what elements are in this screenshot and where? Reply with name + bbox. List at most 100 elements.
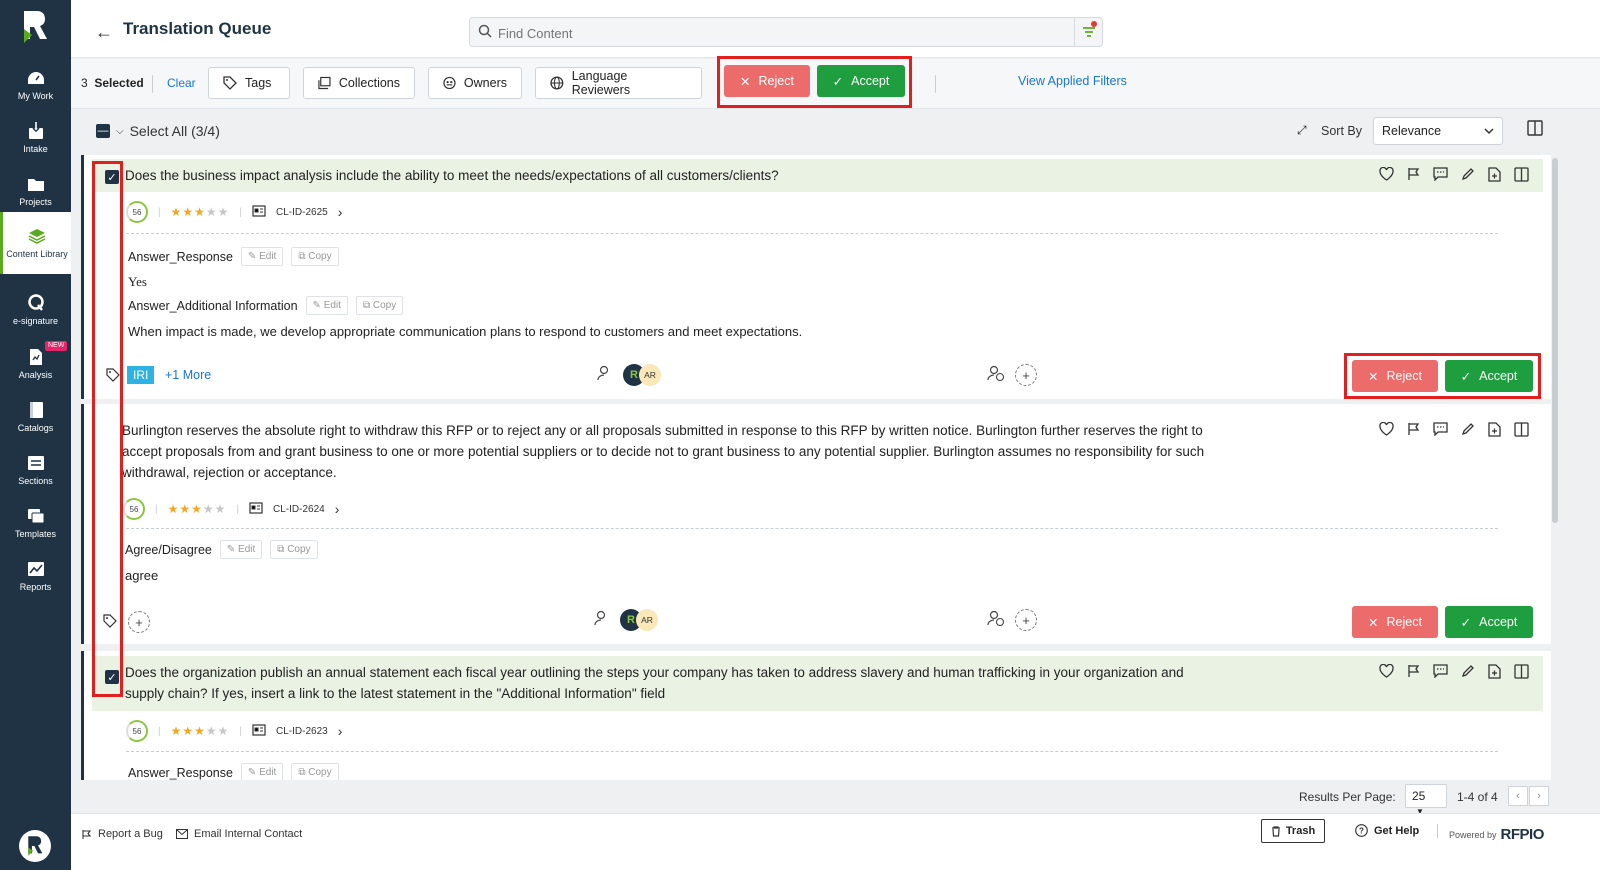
edit-button[interactable]: ✎ Edit	[240, 247, 284, 266]
brand-logo-icon[interactable]	[19, 830, 51, 862]
comment-icon[interactable]	[1433, 664, 1448, 684]
edit-icon[interactable]	[1461, 422, 1475, 442]
chevron-right-icon[interactable]: ›	[338, 204, 343, 220]
copy-button[interactable]: ⧉ Copy	[270, 540, 318, 559]
reject-button[interactable]: ✕ Reject	[1352, 360, 1438, 392]
copy-button[interactable]: ⧉ Copy	[291, 247, 339, 266]
email-contact-link[interactable]: Email Internal Contact	[176, 828, 302, 840]
copy-button[interactable]: ⧉ Copy	[291, 763, 339, 780]
avatar-stack[interactable]: R AR	[620, 609, 658, 631]
prev-page-button[interactable]: ‹	[1508, 786, 1528, 806]
sidebar-item-reports[interactable]: Reports	[0, 551, 71, 601]
next-page-button[interactable]: ›	[1529, 786, 1549, 806]
copy-label: Copy	[372, 300, 397, 311]
chevron-right-icon[interactable]: ›	[338, 723, 343, 739]
add-tag-button[interactable]: +	[128, 611, 150, 633]
divider	[152, 75, 153, 93]
avatar-stack[interactable]: R AR	[623, 364, 661, 386]
sidebar-item-projects[interactable]: Projects	[0, 166, 71, 216]
edit-button[interactable]: ✎ Edit	[240, 763, 284, 780]
owners-group: R AR	[594, 609, 658, 631]
sidebar-item-templates[interactable]: Templates	[0, 498, 71, 548]
content-card[interactable]: ✓ Does the business impact analysis incl…	[81, 155, 1551, 399]
sidebar-item-e-signature[interactable]: e-signature	[0, 285, 71, 335]
more-tags-link[interactable]: +1 More	[165, 368, 211, 382]
trash-button[interactable]: Trash	[1261, 819, 1325, 843]
flag-icon[interactable]	[1407, 167, 1420, 187]
report-bug-link[interactable]: Report a Bug	[81, 828, 163, 840]
edit-icon[interactable]	[1461, 167, 1475, 187]
select-all-checkbox[interactable]: —	[96, 124, 110, 138]
content-card[interactable]: Burlington reserves the absolute right t…	[81, 404, 1551, 644]
score-badge: 56	[126, 201, 148, 223]
heart-icon[interactable]	[1379, 663, 1394, 684]
split-view-icon[interactable]	[1514, 664, 1529, 684]
question-line: Burlington reserves the absolute right t…	[122, 423, 1203, 438]
sidebar-item-intake[interactable]: Intake	[0, 113, 71, 163]
bulk-reject-button[interactable]: ✕ Reject	[724, 65, 810, 97]
row-checkbox[interactable]: ✓	[105, 170, 119, 184]
bulk-accept-button[interactable]: ✓ Accept	[817, 65, 905, 97]
split-view-icon[interactable]	[1514, 422, 1529, 442]
heart-icon[interactable]	[1379, 421, 1394, 442]
chevron-right-icon: ›	[1537, 790, 1541, 802]
card-meta: 56 | ★★★★★ | CL-ID-2623 ›	[126, 720, 342, 742]
check-icon: ✓	[832, 74, 844, 89]
scrollbar[interactable]	[1552, 158, 1558, 523]
back-arrow-icon[interactable]: ←	[95, 22, 113, 43]
tag-icon	[223, 76, 237, 90]
content-id: CL-ID-2624	[273, 503, 325, 515]
tags-button[interactable]: Tags	[208, 67, 290, 99]
accept-button[interactable]: ✓ Accept	[1445, 360, 1533, 392]
question-text: Does the organization publish an annual …	[125, 662, 1325, 704]
sidebar-item-sections[interactable]: Sections	[0, 445, 71, 495]
split-view-icon[interactable]	[1527, 120, 1543, 141]
chevron-down-icon[interactable]: ⌵	[116, 126, 124, 137]
view-applied-filters-link[interactable]: View Applied Filters	[1018, 74, 1127, 88]
accept-button[interactable]: ✓ Accept	[1445, 606, 1533, 638]
sidebar-item-content-library[interactable]: Content Library	[0, 212, 71, 274]
tag-chip[interactable]: IRI	[127, 366, 155, 384]
add-reviewer-button[interactable]: +	[1015, 609, 1037, 631]
flag-icon[interactable]	[1407, 422, 1420, 442]
gauge-icon	[27, 69, 45, 87]
content-card[interactable]: ✓ Does the organization publish an annua…	[81, 651, 1551, 780]
dashed-divider	[126, 528, 1498, 529]
expand-icon[interactable]: ⤢	[1297, 123, 1307, 138]
owners-button[interactable]: Owners	[428, 67, 522, 99]
close-icon: ✕	[740, 74, 751, 89]
edit-button[interactable]: ✎ Edit	[305, 296, 348, 315]
document-icon[interactable]	[1488, 664, 1501, 684]
search-input[interactable]	[498, 22, 1058, 44]
language-reviewers-button[interactable]: Language Reviewers	[535, 67, 702, 99]
clear-selection-link[interactable]: Clear	[167, 76, 196, 90]
chevron-right-icon[interactable]: ›	[335, 501, 340, 517]
field-name: Answer_Response	[128, 765, 233, 780]
results-per-page-select[interactable]: 25 ▼	[1405, 784, 1447, 816]
sidebar-item-analysis[interactable]: NEW Analysis	[0, 339, 71, 389]
select-all-control[interactable]: — ⌵ Select All (3/4)	[96, 123, 220, 139]
copy-button[interactable]: ⧉ Copy	[355, 296, 404, 315]
row-checkbox[interactable]: ✓	[105, 670, 119, 684]
sort-select[interactable]: Relevance	[1373, 117, 1503, 145]
document-icon[interactable]	[1488, 422, 1501, 442]
filter-button[interactable]	[1074, 18, 1102, 46]
get-help-button[interactable]: ? Get Help	[1355, 824, 1419, 837]
select-all-label: Select All (3/4)	[129, 123, 220, 139]
reject-button[interactable]: ✕ Reject	[1352, 606, 1438, 638]
sidebar-item-catalogs[interactable]: Catalogs	[0, 392, 71, 442]
edit-button[interactable]: ✎ Edit	[219, 540, 263, 559]
edit-icon[interactable]	[1461, 664, 1475, 684]
flag-icon[interactable]	[1407, 664, 1420, 684]
reject-label: Reject	[1386, 615, 1422, 629]
comment-icon[interactable]	[1433, 422, 1448, 442]
sidebar-item-my-work[interactable]: My Work	[0, 60, 71, 110]
split-view-icon[interactable]	[1514, 167, 1529, 187]
heart-icon[interactable]	[1379, 166, 1394, 187]
app-logo[interactable]	[20, 9, 50, 45]
collections-button[interactable]: Collections	[303, 67, 415, 99]
field-name: Answer_Additional Information	[128, 298, 298, 313]
comment-icon[interactable]	[1433, 167, 1448, 187]
document-icon[interactable]	[1488, 167, 1501, 187]
add-reviewer-button[interactable]: +	[1015, 364, 1037, 386]
